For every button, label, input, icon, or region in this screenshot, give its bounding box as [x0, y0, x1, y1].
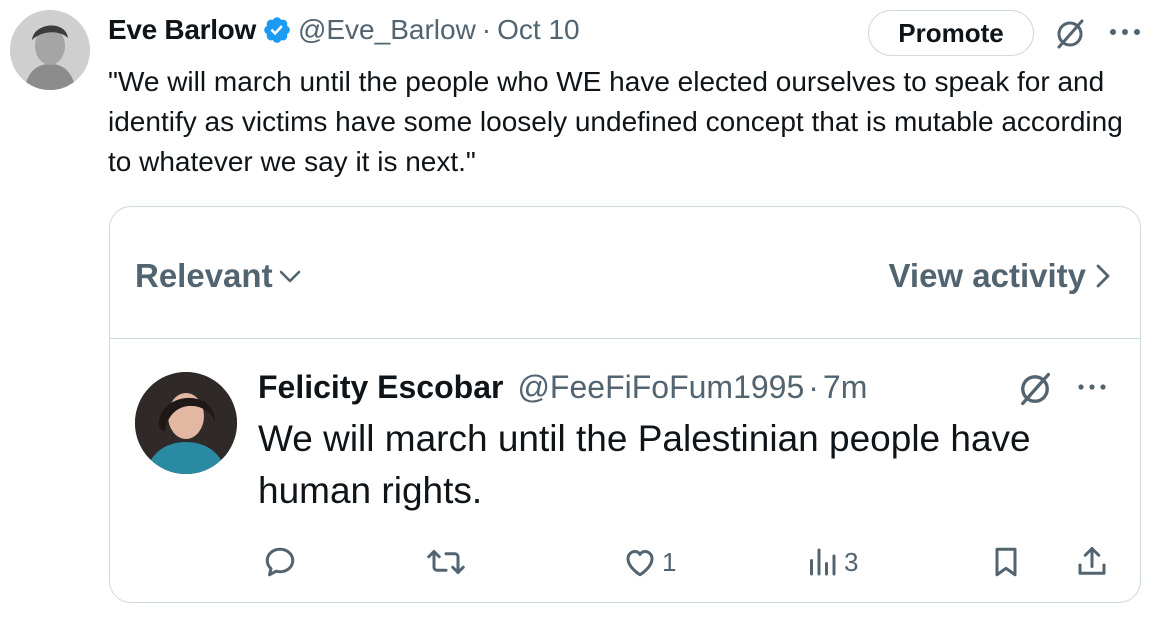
view-activity-label: View activity: [888, 257, 1086, 294]
like-button[interactable]: 1: [622, 542, 676, 582]
views-button[interactable]: 3: [804, 542, 858, 582]
reply-author-handle[interactable]: @FeeFiFoFum1995: [517, 369, 804, 406]
chevron-right-icon: [1096, 264, 1110, 288]
reply-separator: ·: [808, 368, 819, 405]
tweet-date[interactable]: Oct 10: [497, 14, 579, 46]
grok-icon[interactable]: [1015, 369, 1055, 409]
reply-avatar[interactable]: [135, 372, 237, 474]
sort-dropdown[interactable]: Relevant: [135, 257, 303, 295]
author-name[interactable]: Eve Barlow: [108, 14, 256, 46]
bookmark-icon: [995, 547, 1017, 577]
retweet-icon: [427, 550, 465, 574]
verified-badge-icon: [264, 17, 290, 43]
retweet-button[interactable]: [426, 542, 466, 582]
reply-avatar-image: [135, 372, 237, 474]
quote-card[interactable]: Relevant View activity Felicity Escobar …: [109, 206, 1141, 603]
heart-icon: [626, 550, 654, 577]
reply-icon: [265, 547, 295, 577]
share-button[interactable]: [1074, 542, 1110, 582]
more-icon[interactable]: [1076, 377, 1108, 397]
share-icon: [1078, 547, 1106, 575]
reply-author-name[interactable]: Felicity Escobar: [258, 369, 503, 406]
author-avatar[interactable]: [10, 10, 90, 90]
sort-label: Relevant: [135, 257, 273, 294]
header-separator: ·: [481, 14, 492, 45]
chevron-down-icon: [279, 270, 300, 283]
author-handle[interactable]: @Eve_Barlow: [298, 14, 476, 46]
tweet-text: "We will march until the people who WE h…: [108, 66, 1123, 177]
like-count: 1: [662, 546, 677, 577]
reply-text: We will march until the Palestinian peop…: [258, 418, 1031, 511]
quote-card-header: Relevant View activity: [110, 207, 1140, 339]
reply-button[interactable]: [262, 542, 298, 582]
grok-icon[interactable]: [1052, 16, 1088, 52]
promote-button[interactable]: Promote: [868, 10, 1034, 56]
author-avatar-image: [10, 10, 90, 90]
view-activity-link[interactable]: View activity: [888, 257, 1112, 295]
tweet-header: Eve Barlow @Eve_Barlow · Oct 10: [108, 12, 580, 48]
reply-time[interactable]: 7m: [823, 369, 867, 406]
bookmark-button[interactable]: [988, 542, 1024, 582]
more-icon[interactable]: [1108, 22, 1142, 42]
views-icon: [810, 548, 836, 576]
reply-header: Felicity Escobar @FeeFiFoFum1995 · 7m: [258, 367, 867, 407]
views-count: 3: [844, 546, 859, 577]
